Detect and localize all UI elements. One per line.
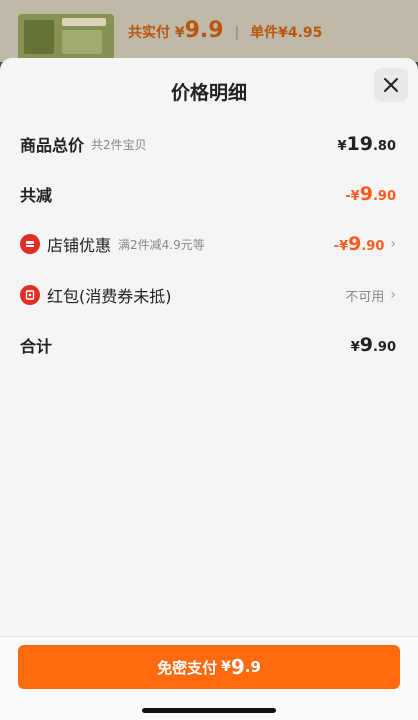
red-packet-row[interactable]: 红包(消费券未抵) 不可用 ›: [20, 280, 396, 310]
red-packet-status: 不可用: [345, 289, 385, 305]
red-packet-icon: [20, 285, 40, 305]
shop-discount-label: 店铺优惠: [47, 236, 112, 255]
item-count: 共2件宝贝: [91, 137, 147, 152]
discount-total-label: 共减: [20, 186, 53, 205]
total-price-label: 商品总价: [20, 136, 85, 155]
discount-total-row: 共减 -¥ 9.90: [20, 179, 396, 209]
sum-value: ¥9.90: [350, 334, 396, 356]
total-price-value: ¥19.80: [337, 133, 396, 155]
chevron-right-icon: ›: [390, 287, 396, 303]
footer-bar: 免密支付 ¥9.9: [0, 636, 418, 720]
sum-label: 合计: [20, 337, 53, 356]
red-packet-label: 红包(消费券未抵): [47, 287, 172, 306]
total-price-row: 商品总价 共2件宝贝 ¥19.80: [20, 129, 396, 159]
pay-button[interactable]: 免密支付 ¥9.9: [18, 645, 400, 689]
home-indicator[interactable]: [142, 708, 276, 713]
shop-discount-row[interactable]: 店铺优惠 满2件减4.9元等 -¥ 9.90 ›: [20, 229, 396, 259]
store-icon: [20, 234, 40, 254]
close-icon: [384, 78, 398, 92]
shop-discount-value: -¥ 9.90: [333, 233, 385, 255]
chevron-right-icon: ›: [390, 236, 396, 252]
close-button[interactable]: [374, 68, 408, 102]
sum-row: 合计 ¥9.90: [20, 330, 396, 360]
sheet-title: 价格明细: [170, 82, 247, 104]
price-detail-sheet: 价格明细 商品总价 共2件宝贝 ¥19.80 共减 -¥ 9.90 店铺优惠 满2…: [0, 58, 418, 720]
product-header: 共实付 ¥9.9 | 单件¥4.95: [0, 0, 418, 62]
shop-discount-rule: 满2件减4.9元等: [118, 237, 205, 252]
discount-total-value: -¥ 9.90: [345, 183, 396, 205]
